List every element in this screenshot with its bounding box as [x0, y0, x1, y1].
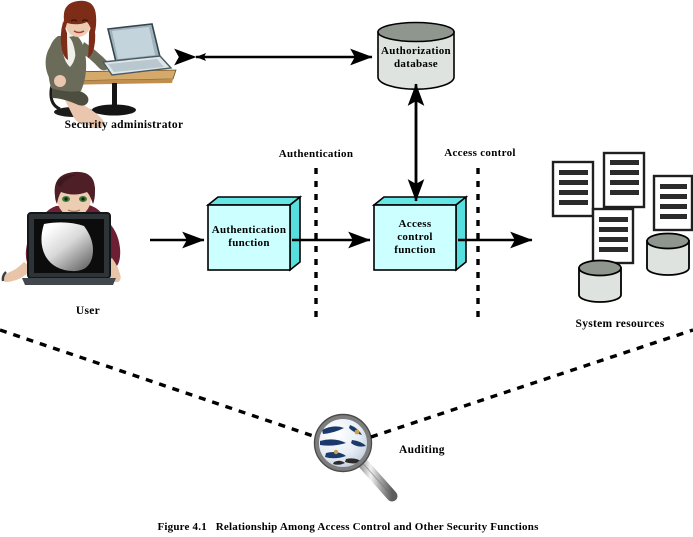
authentication-function-label-line2: function	[228, 237, 270, 249]
user-icon	[1, 171, 121, 285]
access-control-function-label-line1: Access	[398, 218, 432, 230]
figure-caption: Figure 4.1 Relationship Among Access Con…	[157, 521, 538, 533]
figure-caption-number: Figure 4.1	[157, 521, 207, 533]
auditing-label: Auditing	[399, 444, 445, 456]
security-admin-icon	[45, 0, 177, 129]
diagram-canvas	[0, 0, 693, 502]
document-icon-1	[551, 160, 595, 218]
authentication-function-label-line1: Authentication	[211, 224, 287, 236]
authorization-database-label-line2: database	[394, 58, 438, 70]
database-cylinder-icon-2	[646, 232, 690, 276]
document-icon-4	[591, 207, 635, 265]
document-icon-3	[652, 174, 693, 232]
document-icon-2	[602, 151, 646, 209]
access-control-function-label-line2: control	[397, 231, 433, 243]
access-control-function-label: Access control function	[394, 218, 436, 257]
auditing-line-right	[370, 328, 693, 439]
authentication-boundary-label: Authentication	[278, 148, 354, 160]
auditing-line-left	[0, 328, 317, 439]
figure-caption-text: Relationship Among Access Control and Ot…	[215, 521, 539, 533]
access-control-boundary-label: Access control	[444, 147, 516, 159]
figure-container: Security administrator User Authorizatio…	[0, 0, 693, 537]
auditing-magnifier-icon	[313, 413, 398, 502]
authorization-database-label: Authorization database	[381, 45, 451, 71]
authorization-database-label-line1: Authorization	[381, 45, 451, 57]
user-label: User	[75, 305, 101, 317]
system-resources-label: System resources	[575, 318, 665, 330]
system-resources-icon	[551, 151, 693, 303]
authentication-function-label: Authentication function	[212, 224, 286, 250]
access-control-function-label-line3: function	[394, 244, 436, 256]
security-admin-label: Security administrator	[64, 119, 184, 131]
database-cylinder-icon-1	[578, 259, 622, 303]
